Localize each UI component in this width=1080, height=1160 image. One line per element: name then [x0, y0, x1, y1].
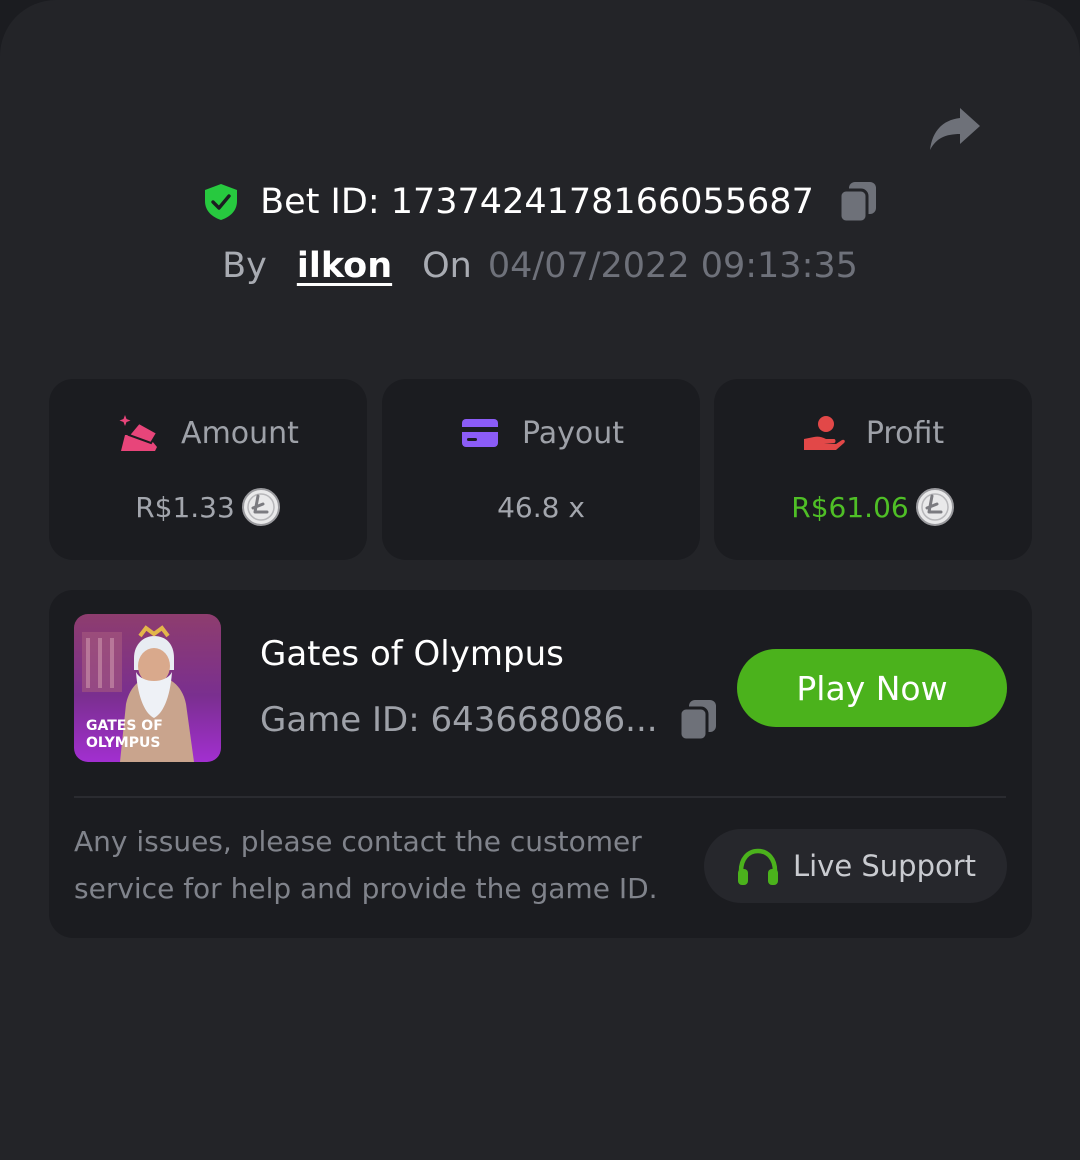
thumb-title-line1: GATES OF — [86, 718, 163, 734]
payout-value: 46.8 x — [497, 490, 585, 524]
profit-value-row: R$61.06 — [714, 485, 1032, 529]
hand-money-icon — [803, 416, 845, 450]
thumb-title-line2: OLYMPUS — [86, 735, 160, 751]
on-label: On — [422, 246, 472, 286]
amount-value-row: R$1.33 — [49, 485, 367, 529]
share-icon[interactable] — [924, 102, 984, 154]
game-id-row: Game ID: 643668086... — [260, 696, 718, 744]
game-thumbnail[interactable]: GATES OF OLYMPUS — [74, 614, 221, 762]
profit-card: Profit R$61.06 — [714, 379, 1032, 560]
username-link[interactable]: ilkon — [297, 246, 392, 286]
verified-shield-icon — [205, 184, 238, 220]
headset-icon — [737, 848, 778, 885]
game-title: Gates of Olympus — [260, 634, 564, 674]
profit-value: R$61.06 — [791, 490, 909, 524]
litecoin-icon — [915, 488, 954, 526]
payout-card: Payout 46.8 x — [382, 379, 700, 560]
divider — [74, 796, 1006, 798]
copy-bet-id-icon[interactable] — [838, 180, 878, 224]
live-support-label: Live Support — [792, 849, 977, 883]
payout-value-row: 46.8 x — [382, 485, 700, 529]
live-support-button[interactable]: Live Support — [704, 829, 1007, 903]
payout-label: Payout — [521, 415, 624, 451]
play-now-button[interactable]: Play Now — [737, 649, 1007, 727]
amount-header: Amount — [49, 409, 367, 457]
copy-game-id-icon[interactable] — [678, 698, 718, 742]
amount-card: Amount R$1.33 — [49, 379, 367, 560]
profit-label: Profit — [865, 415, 945, 451]
amount-icon — [119, 415, 159, 451]
amount-value: R$1.33 — [135, 490, 235, 524]
support-notice: Any issues, please contact the customer … — [74, 825, 658, 905]
bet-date: 04/07/2022 09:13:35 — [487, 246, 858, 286]
payout-header: Payout — [382, 409, 700, 457]
bet-id: Bet ID: 1737424178166055687 — [260, 182, 814, 222]
game-card: GATES OF OLYMPUS Gates of Olympus Game I… — [49, 590, 1032, 938]
card-icon — [461, 419, 498, 447]
bet-id-row: Bet ID: 1737424178166055687 — [0, 178, 1080, 226]
bet-detail-panel: Bet ID: 1737424178166055687 By ilkon On … — [0, 0, 1080, 1160]
amount-label: Amount — [181, 415, 299, 451]
game-id: Game ID: 643668086... — [260, 700, 658, 740]
profit-header: Profit — [714, 409, 1032, 457]
litecoin-icon — [241, 488, 280, 526]
by-label: By — [222, 246, 267, 286]
bet-meta-row: By ilkon On 04/07/2022 09:13:35 — [0, 240, 1080, 292]
